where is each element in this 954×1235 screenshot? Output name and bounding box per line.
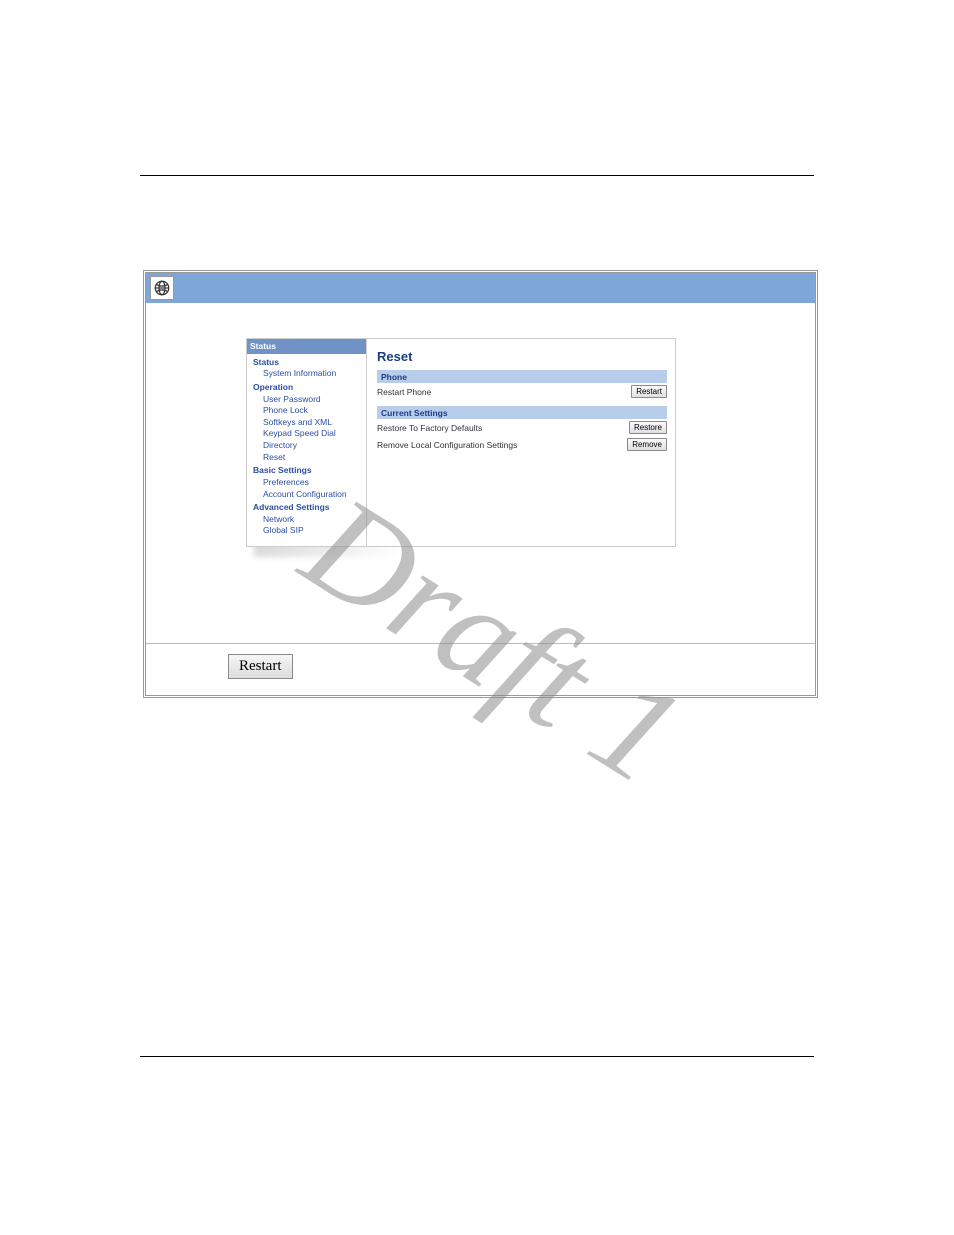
restart-button[interactable]: Restart	[228, 654, 293, 679]
nav-item-reset[interactable]: Reset	[253, 452, 362, 463]
panel-header	[146, 273, 815, 303]
nav-item-softkeys-xml[interactable]: Softkeys and XML	[253, 417, 362, 428]
nav-section-basic-settings[interactable]: Basic Settings	[253, 465, 362, 476]
nav-section-advanced-settings[interactable]: Advanced Settings	[253, 502, 362, 513]
outer-panel: Status Status System Information Operati…	[143, 270, 818, 698]
top-rule	[140, 175, 814, 176]
web-ui-screenshot: Status Status System Information Operati…	[246, 338, 676, 547]
nav-item-preferences[interactable]: Preferences	[253, 477, 362, 488]
nav-item-global-sip[interactable]: Global SIP	[253, 525, 362, 536]
panel-body: Status Status System Information Operati…	[146, 303, 815, 643]
nav-item-keypad-speed-dial[interactable]: Keypad Speed Dial	[253, 428, 362, 439]
label-restore-defaults: Restore To Factory Defaults	[377, 423, 482, 433]
label-restart-phone: Restart Phone	[377, 387, 431, 397]
bottom-rule	[140, 1056, 814, 1057]
globe-icon	[150, 276, 174, 300]
button-restore[interactable]: Restore	[629, 421, 667, 434]
nav-item-system-information[interactable]: System Information	[253, 368, 362, 379]
nav-section-status[interactable]: Status	[253, 357, 362, 368]
section-bar-current-settings: Current Settings	[377, 406, 667, 419]
button-restart-phone[interactable]: Restart	[631, 385, 667, 398]
nav-item-directory[interactable]: Directory	[253, 440, 362, 451]
button-remove[interactable]: Remove	[627, 438, 667, 451]
nav-item-network[interactable]: Network	[253, 514, 362, 525]
restart-row: Restart	[146, 643, 815, 695]
row-restart-phone: Restart Phone Restart	[377, 383, 667, 400]
content-pane: Reset Phone Restart Phone Restart Curren…	[367, 339, 675, 546]
row-remove-local: Remove Local Configuration Settings Remo…	[377, 436, 667, 453]
nav-item-user-password[interactable]: User Password	[253, 394, 362, 405]
nav-item-phone-lock[interactable]: Phone Lock	[253, 405, 362, 416]
nav-section-operation[interactable]: Operation	[253, 382, 362, 393]
label-remove-local: Remove Local Configuration Settings	[377, 440, 517, 450]
nav-title: Status	[247, 339, 366, 354]
row-restore-defaults: Restore To Factory Defaults Restore	[377, 419, 667, 436]
content-heading: Reset	[377, 349, 667, 364]
side-nav: Status Status System Information Operati…	[247, 339, 367, 546]
nav-item-account-configuration[interactable]: Account Configuration	[253, 489, 362, 500]
section-bar-phone: Phone	[377, 370, 667, 383]
